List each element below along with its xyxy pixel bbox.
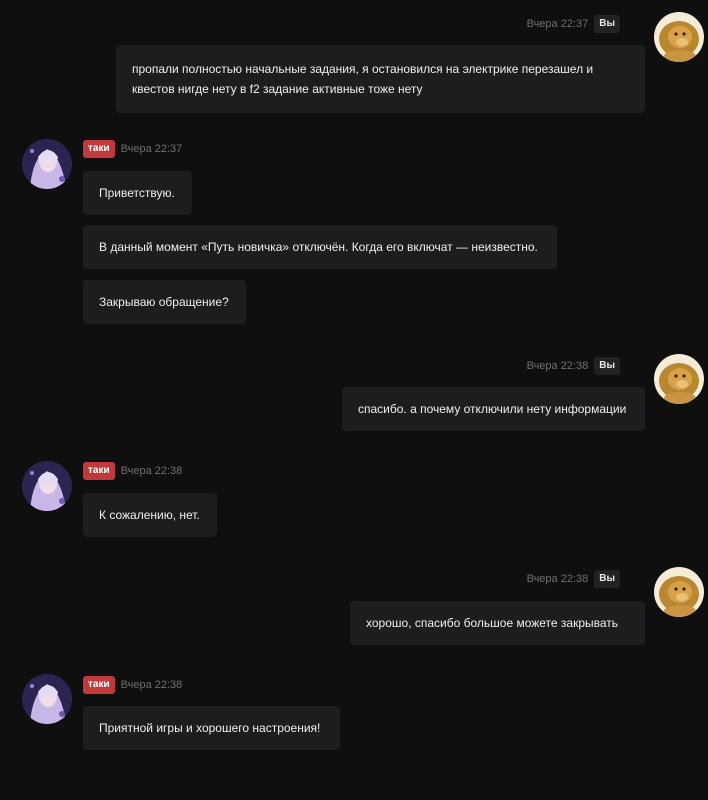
- message-header: таки Вчера 22:37: [83, 140, 182, 158]
- lion-avatar-icon: [654, 354, 704, 404]
- message-text: Приветствую.: [99, 186, 175, 200]
- user-message-bubble: хорошо, спасибо большое можете закрывать: [350, 601, 645, 645]
- message-text: спасибо. а почему отключили нету информа…: [358, 402, 627, 416]
- message-time: Вчера 22:38: [526, 573, 589, 585]
- anime-girl-avatar-icon: [22, 139, 72, 189]
- user-avatar[interactable]: [654, 12, 704, 62]
- message-time: Вчера 22:38: [120, 679, 183, 691]
- operator-message-bubble: Приветствую.: [83, 171, 192, 215]
- operator-tag: таки: [83, 676, 115, 694]
- lion-avatar-icon: [654, 567, 704, 617]
- user-tag: Вы: [594, 570, 620, 588]
- operator-tag: таки: [83, 140, 115, 158]
- message-time: Вчера 22:37: [120, 143, 183, 155]
- operator-avatar[interactable]: [22, 139, 72, 189]
- anime-girl-avatar-icon: [22, 674, 72, 724]
- operator-avatar[interactable]: [22, 674, 72, 724]
- message-time: Вчера 22:37: [526, 18, 589, 30]
- message-text: пропали полностью начальные задания, я о…: [132, 62, 594, 96]
- operator-message-bubble: Приятной игры и хорошего настроения!: [83, 706, 340, 750]
- user-message-bubble: спасибо. а почему отключили нету информа…: [342, 387, 645, 431]
- message-time: Вчера 22:38: [120, 465, 183, 477]
- message-time: Вчера 22:38: [526, 360, 589, 372]
- operator-avatar[interactable]: [22, 461, 72, 511]
- anime-girl-avatar-icon: [22, 461, 72, 511]
- operator-message-bubble: К сожалению, нет.: [83, 493, 217, 537]
- operator-message-bubble: Закрываю обращение?: [83, 280, 246, 324]
- user-avatar[interactable]: [654, 567, 704, 617]
- message-header: Вчера 22:38 Вы: [527, 570, 620, 588]
- message-text: Приятной игры и хорошего настроения!: [99, 721, 321, 735]
- message-text: хорошо, спасибо большое можете закрывать: [366, 616, 619, 630]
- lion-avatar-icon: [654, 12, 704, 62]
- user-tag: Вы: [594, 357, 620, 375]
- message-header: таки Вчера 22:38: [83, 676, 182, 694]
- message-text: В данный момент «Путь новичка» отключён.…: [99, 240, 538, 254]
- operator-message-bubble: В данный момент «Путь новичка» отключён.…: [83, 225, 557, 269]
- message-header: Вчера 22:38 Вы: [527, 357, 620, 375]
- message-header: Вчера 22:37 Вы: [527, 15, 620, 33]
- user-message-bubble: пропали полностью начальные задания, я о…: [116, 45, 645, 113]
- message-text: Закрываю обращение?: [99, 295, 229, 309]
- message-header: таки Вчера 22:38: [83, 462, 182, 480]
- operator-tag: таки: [83, 462, 115, 480]
- user-avatar[interactable]: [654, 354, 704, 404]
- message-text: К сожалению, нет.: [99, 508, 200, 522]
- user-tag: Вы: [594, 15, 620, 33]
